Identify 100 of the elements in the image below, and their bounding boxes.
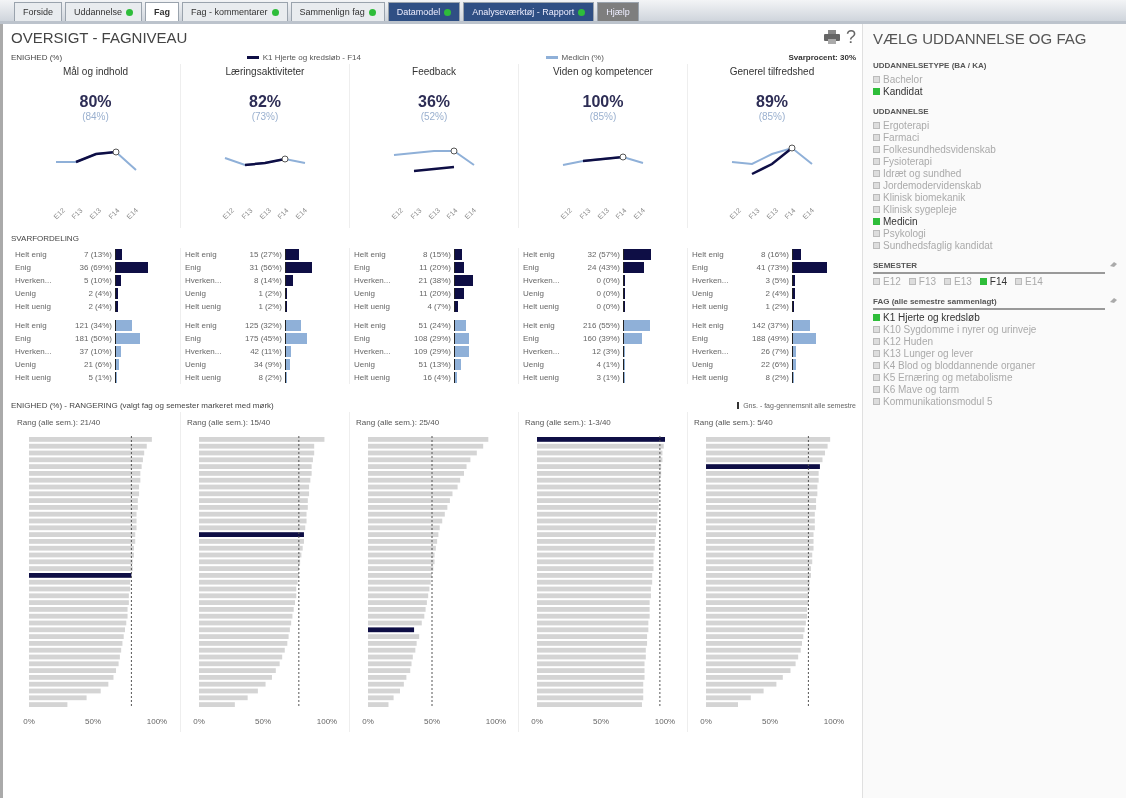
filter-option[interactable]: Medicin [873,216,1118,227]
answer-count: 8 (16%) [760,250,790,259]
bar [537,641,648,646]
option-label: F13 [918,276,937,287]
checkbox[interactable] [979,278,987,285]
checkbox[interactable] [873,386,880,393]
tab[interactable]: Datamodel [387,2,461,21]
answer-count: 8 (2%) [257,373,283,382]
bar [368,545,436,551]
checkbox[interactable] [873,146,880,153]
answer-count: 36 (69%) [78,263,113,272]
tab[interactable]: Forside [14,2,62,21]
filter-option[interactable]: F14 [979,276,1008,287]
checkbox[interactable] [873,350,880,357]
checkbox[interactable] [873,230,880,237]
help-button[interactable]: ? [846,26,856,48]
checkbox[interactable] [873,398,880,405]
filter-option[interactable]: K4 Blod og bloddannende organer [873,360,1118,371]
checkbox[interactable] [873,362,880,369]
bar [537,532,657,537]
bar [537,491,659,497]
bar [29,607,128,612]
bar [537,471,662,476]
checkbox[interactable] [873,206,880,213]
bar [706,702,738,707]
rank-title: Rang (alle sem.): 15/40 [187,418,272,429]
rank-title: Rang (alle sem.): 25/40 [356,418,441,429]
tab[interactable]: Analyseværktøj - Rapport [463,2,595,21]
tab[interactable]: Fag [145,2,180,21]
x-tick-label: 100% [654,717,676,726]
comparison-value: (52%) [420,111,448,122]
filter-option[interactable]: E14 [1015,276,1043,287]
bar [537,668,645,673]
bar [368,573,432,578]
filter-option[interactable]: Klinisk sygepleje [873,204,1118,215]
checkbox[interactable] [873,88,880,95]
tab[interactable]: Sammenlign fag [290,2,385,21]
metric-title: Læringsaktiviteter [225,66,305,77]
checkbox[interactable] [873,158,880,165]
bar [706,525,815,531]
bar [537,539,655,544]
filter-option[interactable]: Kandidat [873,86,1118,97]
eraser-icon[interactable] [1109,297,1118,304]
filter-option[interactable]: Klinisk biomekanik [873,192,1118,203]
bar [199,641,288,646]
x-tick-label: 100% [146,717,168,726]
print-icon[interactable] [824,30,840,44]
checkbox[interactable] [873,122,880,129]
filter-option[interactable]: Farmaci [873,132,1118,143]
checkbox[interactable] [1015,278,1023,285]
checkbox[interactable] [873,242,880,249]
option-label: F14 [989,276,1008,287]
checkbox[interactable] [873,182,880,189]
filter-option[interactable]: Ergoterapi [873,120,1118,131]
filter-option[interactable]: Jordemodervidenskab [873,180,1118,191]
filter-option[interactable]: Psykologi [873,228,1118,239]
tab[interactable]: Hjælp [597,2,639,21]
filter-option[interactable]: E12 [873,276,901,287]
checkbox[interactable] [873,76,880,83]
checkbox[interactable] [873,314,880,321]
filter-option[interactable]: Sundhedsfaglig kandidat [873,240,1118,251]
eraser-icon[interactable] [1109,261,1118,268]
checkbox[interactable] [944,278,952,285]
answer-label: Uenig [523,289,545,298]
filter-option[interactable]: Fysioterapi [873,156,1118,167]
filter-option[interactable]: K12 Huden [873,336,1118,347]
bar [199,525,306,531]
metric-value: 82% [249,93,281,111]
filter-option[interactable]: K1 Hjerte og kredsløb [873,312,1118,323]
filter-option[interactable]: K13 Lunger og lever [873,348,1118,359]
filter-option[interactable]: Idræt og sundhed [873,168,1118,179]
checkbox[interactable] [873,338,880,345]
filter-option[interactable]: F13 [908,276,937,287]
answer-label: Helt uenig [185,302,223,311]
checkbox[interactable] [873,134,880,141]
x-tick-label: 0% [23,717,35,726]
filter-option[interactable]: Bachelor [873,74,1118,85]
bar [537,566,654,571]
checkbox[interactable] [873,194,880,201]
filter-option[interactable]: K6 Mave og tarm [873,384,1118,395]
filter-option[interactable]: K5 Ernæring og metabolisme [873,372,1118,383]
checkbox[interactable] [873,278,880,285]
tab[interactable]: Uddannelse [65,2,143,21]
answer-count: 24 (43%) [586,263,621,272]
filter-option[interactable]: E13 [944,276,972,287]
checkbox[interactable] [873,326,880,333]
answer-count: 32 (57%) [586,250,621,259]
bar [706,600,809,605]
checkbox[interactable] [873,170,880,177]
checkbox[interactable] [908,278,916,285]
option-label: Psykologi [883,228,926,239]
filter-option[interactable]: Kommunikationsmodul 5 [873,396,1118,407]
checkbox[interactable] [873,218,880,225]
answer-label: Helt enig [354,250,387,259]
checkbox[interactable] [873,374,880,381]
bar [368,491,453,497]
tab[interactable]: Fag - kommentarer [182,2,288,21]
bar [199,593,297,599]
filter-option[interactable]: Folkesundhedsvidenskab [873,144,1118,155]
answer-count: 2 (4%) [764,289,790,298]
